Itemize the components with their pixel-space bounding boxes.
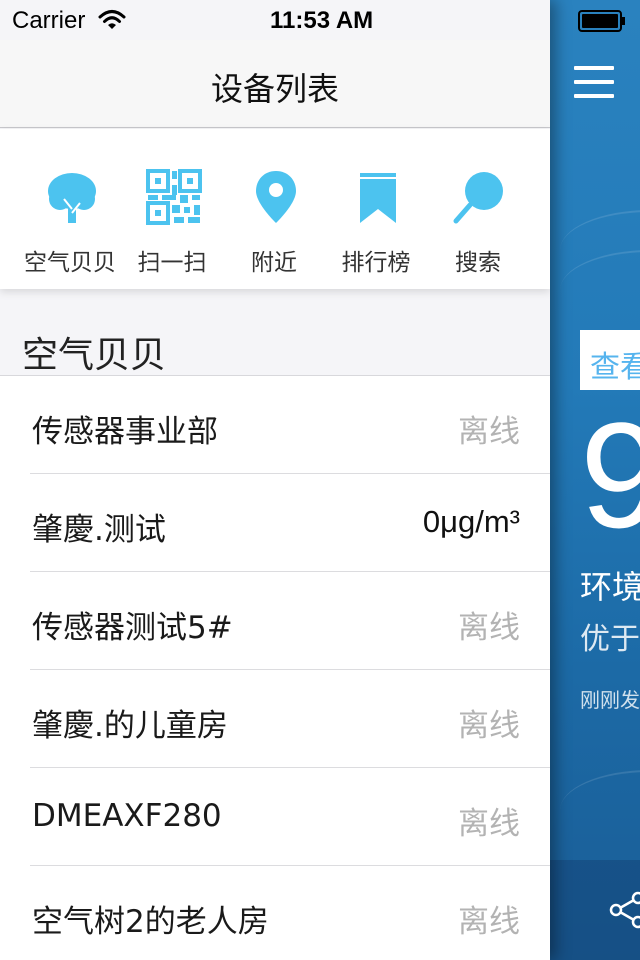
battery-icon <box>578 10 625 32</box>
device-list: 传感器事业部 离线 肇慶.测试 0μg/m³ 传感器测试5# 离线 肇慶.的儿童… <box>0 375 550 960</box>
device-status: 离线 <box>458 610 520 646</box>
device-row[interactable]: 传感器事业部 离线 <box>30 376 550 474</box>
update-time-label: 刚刚发 <box>580 688 640 712</box>
environment-label: 环境 <box>580 568 640 606</box>
device-name: 传感器测试5# <box>32 610 233 646</box>
comparison-label: 优于 <box>580 622 640 657</box>
decorative-ring <box>560 770 640 850</box>
device-row[interactable]: 空气树2的老人房 离线 <box>30 866 550 960</box>
quick-actions-bar: 空气贝贝 扫一扫 附近 排行榜 搜索 <box>0 129 550 289</box>
device-name: 空气树2的老人房 <box>32 904 269 940</box>
location-pin-icon <box>256 171 296 223</box>
tree-icon <box>48 173 96 223</box>
device-row[interactable]: 传感器测试5# 离线 <box>30 572 550 670</box>
air-detail-panel[interactable]: 查看 9 环境 优于 刚刚发 <box>550 0 640 960</box>
device-reading: 0μg/m³ <box>422 504 520 539</box>
device-row[interactable]: 肇慶.的儿童房 离线 <box>30 670 550 768</box>
device-status: 离线 <box>458 806 520 842</box>
device-status: 离线 <box>458 904 520 940</box>
wifi-icon <box>98 10 126 29</box>
clock: 11:53 AM <box>270 7 374 34</box>
device-name: 传感器事业部 <box>32 414 218 450</box>
quick-action-scan[interactable]: 扫一扫 <box>122 129 222 289</box>
device-status: 离线 <box>458 414 520 450</box>
quick-action-label: 搜索 <box>455 250 501 276</box>
quick-action-ranking[interactable]: 排行榜 <box>326 129 426 289</box>
view-button[interactable]: 查看 <box>580 330 640 390</box>
device-row[interactable]: 肇慶.测试 0μg/m³ <box>30 474 550 572</box>
device-list-screen: Carrier 11:53 AM 设备列表 空气贝贝 扫一扫 附近 排行榜 搜索… <box>0 0 550 960</box>
air-quality-value: 9 <box>580 391 640 559</box>
view-button-label: 查看 <box>590 350 640 385</box>
quick-action-air-beibei[interactable]: 空气贝贝 <box>20 129 120 289</box>
bookmark-icon <box>360 173 396 223</box>
navigation-bar: 设备列表 <box>0 40 550 128</box>
section-title: 空气贝贝 <box>22 335 167 376</box>
device-row[interactable]: DMEAXF280 离线 <box>30 768 550 866</box>
quick-action-search[interactable]: 搜索 <box>428 129 528 289</box>
device-name: 肇慶.测试 <box>32 512 166 548</box>
menu-icon[interactable] <box>574 66 614 100</box>
carrier-label: Carrier <box>12 7 86 34</box>
qrcode-icon <box>146 169 202 225</box>
device-status: 离线 <box>458 708 520 744</box>
device-name: 肇慶.的儿童房 <box>32 708 228 744</box>
quick-action-nearby[interactable]: 附近 <box>224 129 324 289</box>
share-icon[interactable] <box>608 890 640 930</box>
status-bar: Carrier 11:53 AM <box>0 0 550 40</box>
page-title: 设备列表 <box>210 70 339 108</box>
device-name: DMEAXF280 <box>32 798 222 834</box>
search-icon <box>453 172 503 224</box>
